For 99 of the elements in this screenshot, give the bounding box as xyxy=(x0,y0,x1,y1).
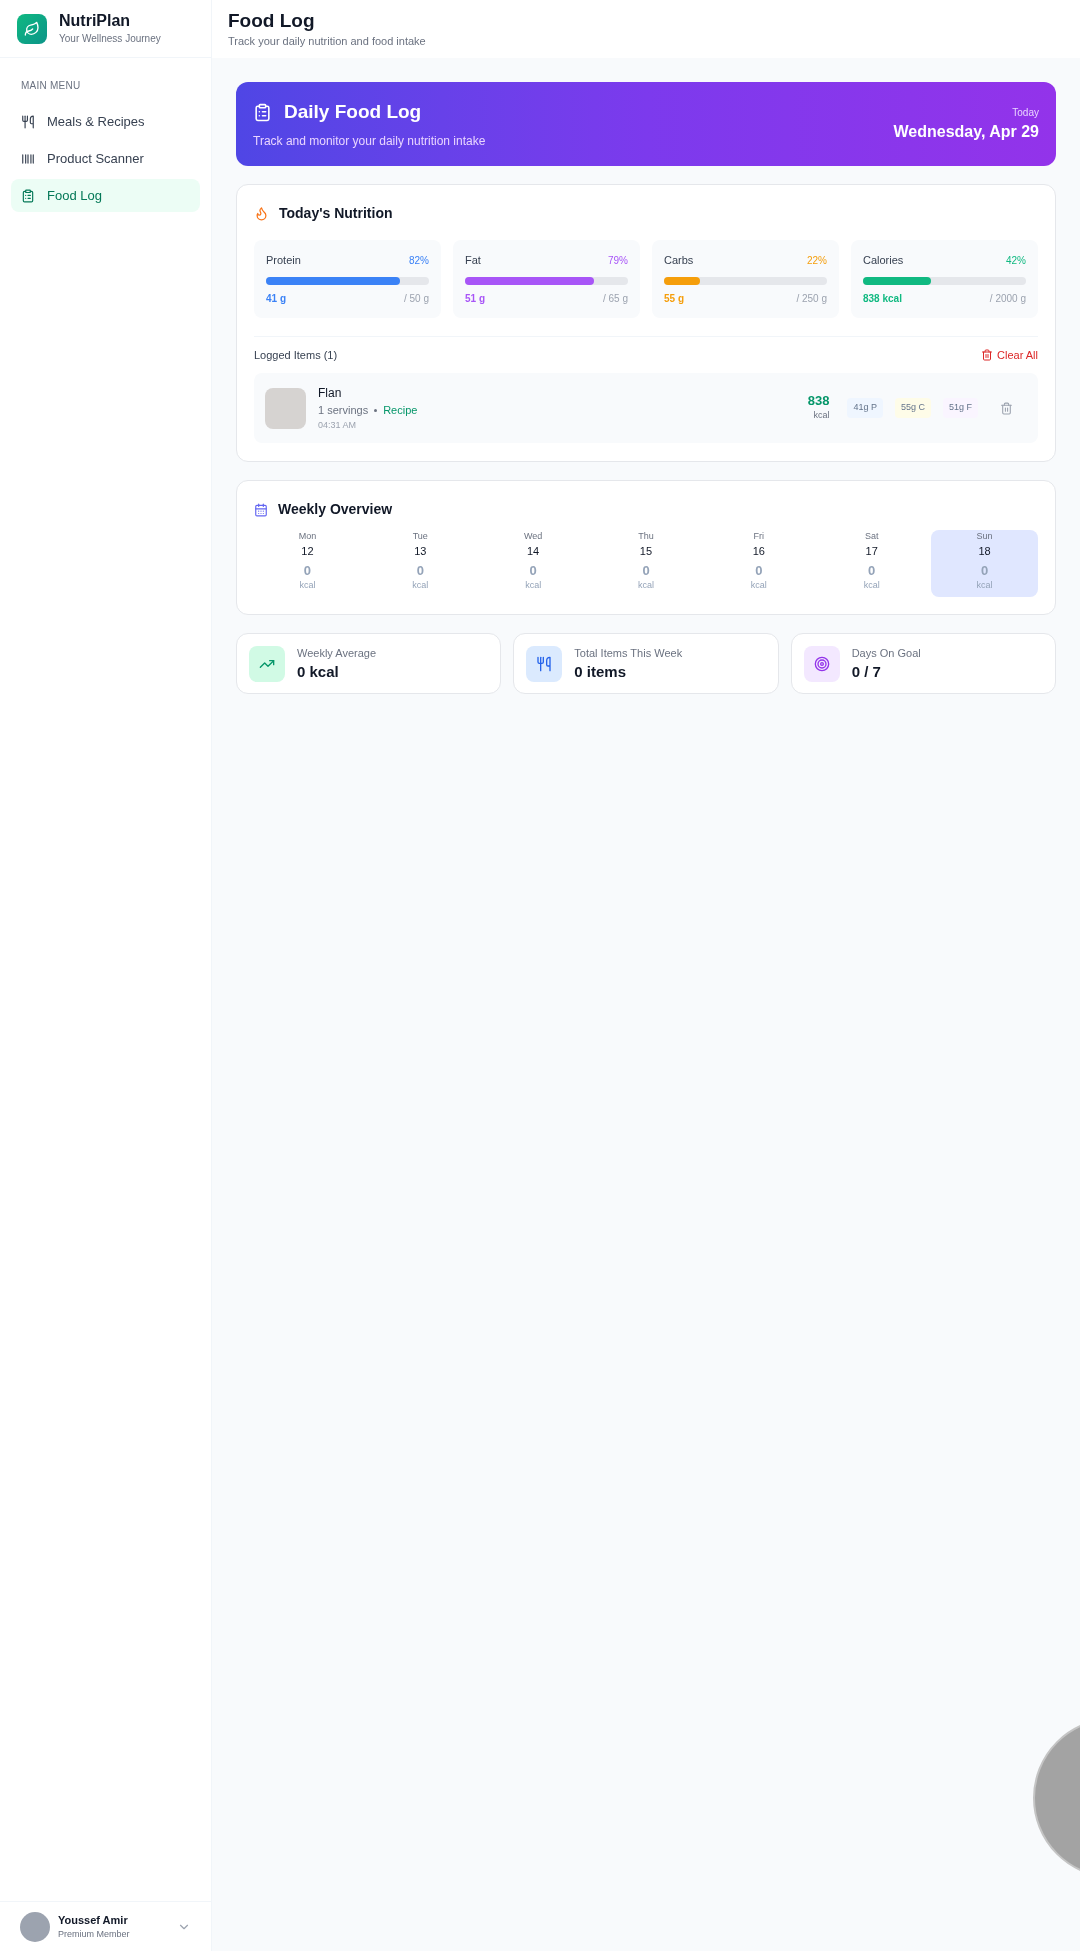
day-kcal: 0 xyxy=(416,563,424,579)
brand-name: NutriPlan xyxy=(59,11,132,31)
kcal-unit: kcal xyxy=(412,579,429,592)
day-date: 13 xyxy=(414,544,427,559)
kcal-unit: kcal xyxy=(976,579,993,592)
day-name: Sun xyxy=(976,530,993,542)
date-label: Today xyxy=(1012,105,1039,120)
item-servings: 1 servings xyxy=(318,403,369,418)
macro-amount: 838 kcal xyxy=(863,291,902,306)
kcal-unit: kcal xyxy=(863,579,880,592)
card-title: Weekly Overview xyxy=(278,500,393,519)
menu-section-label: MAIN MENU xyxy=(20,79,82,93)
day-name: Tue xyxy=(412,530,428,542)
leaf-logo-icon xyxy=(17,13,47,44)
banner-date: Wednesday, Apr 29 xyxy=(893,121,1039,142)
protein-badge: 41g P xyxy=(847,398,883,418)
kcal-unit: kcal xyxy=(525,579,542,592)
item-kcal: 838 xyxy=(807,393,830,410)
day-column[interactable]: Tue 13 0 kcal xyxy=(366,530,474,597)
day-date: 17 xyxy=(865,544,878,559)
day-date: 12 xyxy=(301,544,314,559)
day-kcal: 0 xyxy=(529,563,537,579)
day-column[interactable]: Fri 16 0 kcal xyxy=(705,530,813,597)
day-column[interactable]: Thu 15 0 kcal xyxy=(592,530,700,597)
card-title: Today's Nutrition xyxy=(279,204,393,223)
day-name: Mon xyxy=(298,530,317,542)
photo-placeholder xyxy=(265,387,306,429)
fat-badge: 51g F xyxy=(943,398,978,418)
macro-name: Calories xyxy=(863,253,904,268)
trash-icon xyxy=(981,348,994,361)
day-name: Sat xyxy=(864,530,879,542)
item-tag: Recipe xyxy=(383,402,418,419)
user-role: Premium Member xyxy=(58,1928,131,1941)
clear-all-button[interactable]: Clear All xyxy=(981,346,1038,363)
day-date: 18 xyxy=(978,544,991,559)
day-column[interactable]: Sat 17 0 kcal xyxy=(818,530,926,597)
utensils-icon xyxy=(21,114,35,129)
day-kcal: 0 xyxy=(303,563,312,579)
nav-item[interactable]: Food Log xyxy=(11,179,200,212)
user-name: Youssef Amir xyxy=(58,1912,129,1928)
macro-goal: / 65 g xyxy=(602,291,628,306)
day-kcal: 0 xyxy=(980,563,989,579)
day-date: 16 xyxy=(752,544,765,559)
day-kcal: 0 xyxy=(868,563,876,579)
carbs-badge: 55g C xyxy=(894,398,931,418)
macro-goal: / 2000 g xyxy=(989,291,1026,306)
item-name: Flan xyxy=(318,385,343,402)
macro-goal: / 50 g xyxy=(403,291,429,306)
day-date: 14 xyxy=(527,544,540,559)
macro-amount: 41 g xyxy=(266,291,286,306)
trend-chart-icon xyxy=(249,645,285,682)
macro-amount: 55 g xyxy=(664,291,684,306)
nav-item[interactable]: Product Scanner xyxy=(11,142,200,175)
brand-tagline: Your Wellness Journey xyxy=(59,32,161,46)
macro-percent: 42% xyxy=(1006,253,1026,268)
kcal-unit: kcal xyxy=(813,409,830,423)
macro-percent: 22% xyxy=(807,253,827,268)
stat-label: Weekly Average xyxy=(297,646,377,662)
calendar-icon xyxy=(254,502,268,517)
logged-items-title: Logged Items (1) xyxy=(254,347,338,363)
page-subtitle: Track your daily nutrition and food intake xyxy=(228,33,427,49)
day-name: Thu xyxy=(638,530,654,542)
macro-goal: / 250 g xyxy=(796,291,827,306)
clipboard-icon xyxy=(253,102,272,122)
banner-subtitle: Track and monitor your daily nutrition intake xyxy=(253,133,486,151)
kcal-unit: kcal xyxy=(299,579,316,592)
day-column[interactable]: Mon 12 0 kcal xyxy=(254,530,361,597)
target-icon xyxy=(803,645,840,682)
macro-percent: 82% xyxy=(409,253,429,268)
nav-item[interactable]: Meals & Recipes xyxy=(11,105,200,138)
utensils-icon xyxy=(526,645,563,682)
macro-name: Fat xyxy=(465,253,481,268)
banner-title: Daily Food Log xyxy=(284,99,422,124)
day-kcal: 0 xyxy=(755,563,763,579)
macro-name: Protein xyxy=(266,253,301,268)
day-date: 15 xyxy=(639,544,653,559)
macro-percent: 79% xyxy=(608,253,628,268)
stat-label: Total Items This Week xyxy=(574,646,683,662)
day-kcal: 0 xyxy=(642,563,650,579)
stat-value: 0 kcal xyxy=(297,661,340,682)
kcal-unit: kcal xyxy=(638,579,654,592)
stat-value: 0 / 7 xyxy=(851,661,882,682)
day-column[interactable]: Sun 18 0 kcal xyxy=(931,530,1038,597)
macro-amount: 51 g xyxy=(465,291,485,306)
day-name: Fri xyxy=(753,530,765,542)
trash-icon xyxy=(1000,401,1013,415)
barcode-icon xyxy=(21,151,35,166)
macro-name: Carbs xyxy=(664,253,694,268)
kcal-unit: kcal xyxy=(750,579,767,592)
avatar xyxy=(20,1911,50,1942)
stat-label: Days On Goal xyxy=(851,646,921,662)
stat-value: 0 items xyxy=(574,661,628,682)
clipboard-icon xyxy=(21,188,35,203)
item-time: 04:31 AM xyxy=(318,418,358,432)
day-column[interactable]: Wed 14 0 kcal xyxy=(479,530,587,597)
day-name: Wed xyxy=(523,530,543,542)
page-title: Food Log xyxy=(228,8,316,33)
delete-button[interactable] xyxy=(1000,401,1013,415)
flame-icon xyxy=(254,206,269,221)
